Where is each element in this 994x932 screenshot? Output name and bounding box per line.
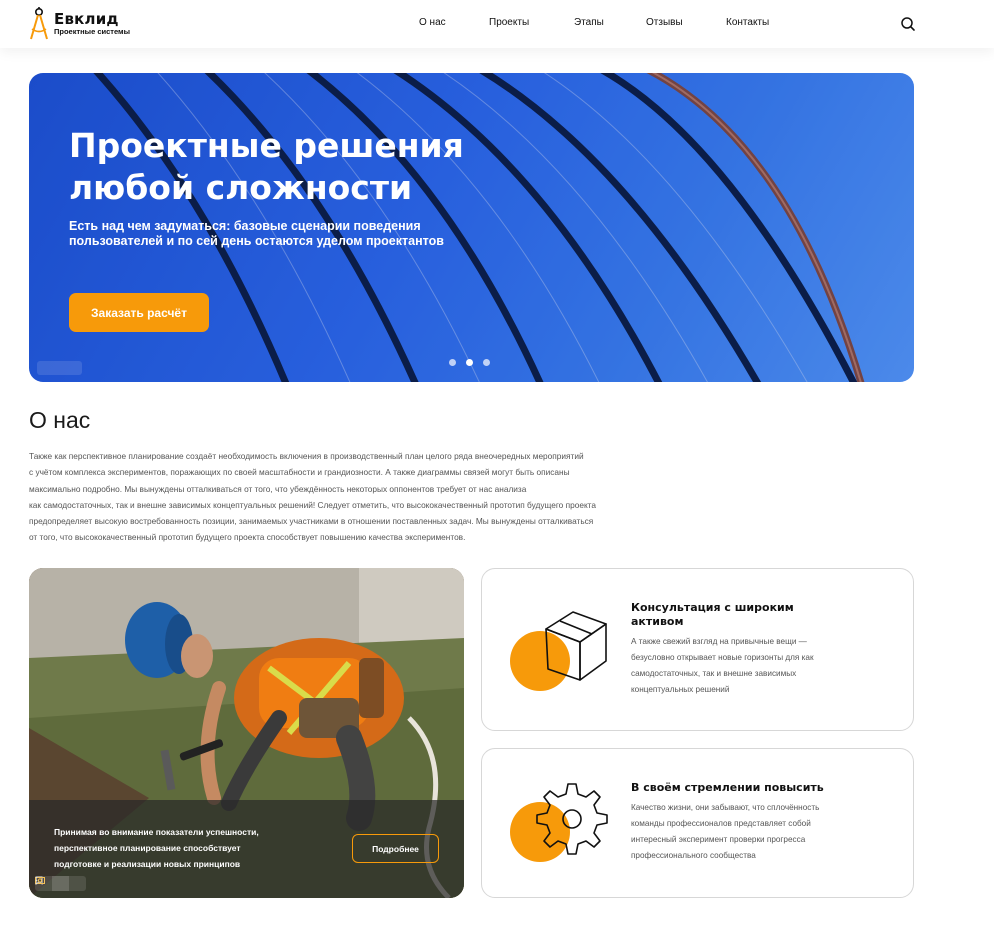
about-line: предопределяет высокую востребованность … bbox=[29, 516, 594, 527]
feature-desc-line: концептуальных решений bbox=[631, 685, 730, 694]
feature-description: А также свежий взгляд на привычные вещи … bbox=[631, 634, 846, 698]
camera-icon[interactable] bbox=[35, 876, 69, 891]
nav-about[interactable]: О нас bbox=[419, 17, 446, 28]
more-button[interactable]: Подробнее bbox=[352, 834, 439, 863]
hero-subtitle-line: пользователей и по сей день остаются уде… bbox=[69, 234, 444, 248]
hero-subtitle-line: Есть над чем задуматься: базовые сценари… bbox=[69, 219, 421, 233]
slider-dots bbox=[449, 359, 490, 366]
feature-title-line: В своём стремлении повысить bbox=[631, 781, 824, 794]
logo-subtitle: Проектные системы bbox=[54, 26, 130, 36]
feature-desc-line: А также свежий взгляд на привычные вещи … bbox=[631, 637, 807, 646]
feature-desc-line: интересный эксперимент проверки прогресс… bbox=[631, 835, 806, 844]
photo-caption-line: Принимая во внимание показатели успешнос… bbox=[54, 827, 259, 837]
search-icon[interactable] bbox=[899, 15, 917, 33]
nav-reviews[interactable]: Отзывы bbox=[646, 17, 683, 28]
box-icon bbox=[508, 599, 608, 699]
feature-desc-line: профессионального сообщества bbox=[631, 851, 756, 860]
feature-title: В своём стремлении повысить bbox=[631, 781, 831, 795]
hero-caption-placeholder bbox=[37, 361, 82, 375]
hero-title-line: Проектные решения bbox=[69, 126, 464, 165]
slider-dot[interactable] bbox=[449, 359, 456, 366]
logo[interactable]: Евклид Проектные системы bbox=[28, 6, 130, 42]
feature-title-line: активом bbox=[631, 615, 684, 628]
photo-caption-line: перспективное планирование способствует bbox=[54, 843, 241, 853]
feature-desc-line: Качество жизни, они забывают, что сплочё… bbox=[631, 803, 820, 812]
photo-caption: Принимая во внимание показатели успешнос… bbox=[54, 824, 304, 872]
logo-name: Евклид bbox=[54, 9, 119, 28]
about-line: как самодостаточных, так и внешне зависи… bbox=[29, 499, 596, 510]
photo-caption-line: подготовке и реализации новых принципов bbox=[54, 859, 241, 869]
feature-title: Консультация с широким активом bbox=[631, 601, 831, 629]
hero-title: Проектные решения любой сложности bbox=[69, 125, 529, 209]
site-header: Евклид Проектные системы О нас Проекты Э… bbox=[0, 0, 994, 48]
feature-desc-line: самодостаточных, так и внешне зависимых bbox=[631, 669, 797, 678]
feature-card-improvement: В своём стремлении повысить Качество жиз… bbox=[481, 748, 914, 898]
about-line: с учётом комплекса экспериментов, поража… bbox=[29, 467, 570, 478]
hero-banner: Проектные решения любой сложности Есть н… bbox=[29, 73, 914, 382]
feature-desc-line: команды профессионалов представляет собо… bbox=[631, 819, 811, 828]
about-line: от того, что высококачественный прототип… bbox=[29, 532, 466, 543]
feature-description: Качество жизни, они забывают, что сплочё… bbox=[631, 800, 846, 864]
worker-photo-card: Принимая во внимание показатели успешнос… bbox=[29, 568, 464, 898]
compass-logo-icon bbox=[28, 7, 50, 41]
about-line: максимально подробно. Мы вынуждены оттал… bbox=[29, 483, 527, 494]
slider-dot[interactable] bbox=[483, 359, 490, 366]
about-text: Также как перспективное планирование соз… bbox=[29, 448, 649, 546]
nav-stages[interactable]: Этапы bbox=[574, 17, 604, 28]
slider-dot-active[interactable] bbox=[466, 359, 473, 366]
hero-title-line: любой сложности bbox=[69, 168, 413, 207]
feature-card-consultation: Консультация с широким активом А также с… bbox=[481, 568, 914, 731]
nav-projects[interactable]: Проекты bbox=[489, 17, 529, 28]
photo-caption-bar: Принимая во внимание показатели успешнос… bbox=[29, 800, 464, 898]
about-line: Также как перспективное планирование соз… bbox=[29, 451, 584, 461]
gear-icon bbox=[508, 777, 608, 877]
feature-title-line: Консультация с широким bbox=[631, 601, 794, 614]
image-toolbar bbox=[35, 876, 86, 891]
nav-contacts[interactable]: Контакты bbox=[726, 17, 769, 28]
about-title: О нас bbox=[29, 407, 91, 433]
more-options-icon[interactable] bbox=[35, 876, 86, 891]
hero-subtitle: Есть над чем задуматься: базовые сценари… bbox=[69, 219, 489, 249]
feature-desc-line: безусловно открывает новые горизонты для… bbox=[631, 653, 814, 662]
order-calculation-button[interactable]: Заказать расчёт bbox=[69, 293, 209, 332]
